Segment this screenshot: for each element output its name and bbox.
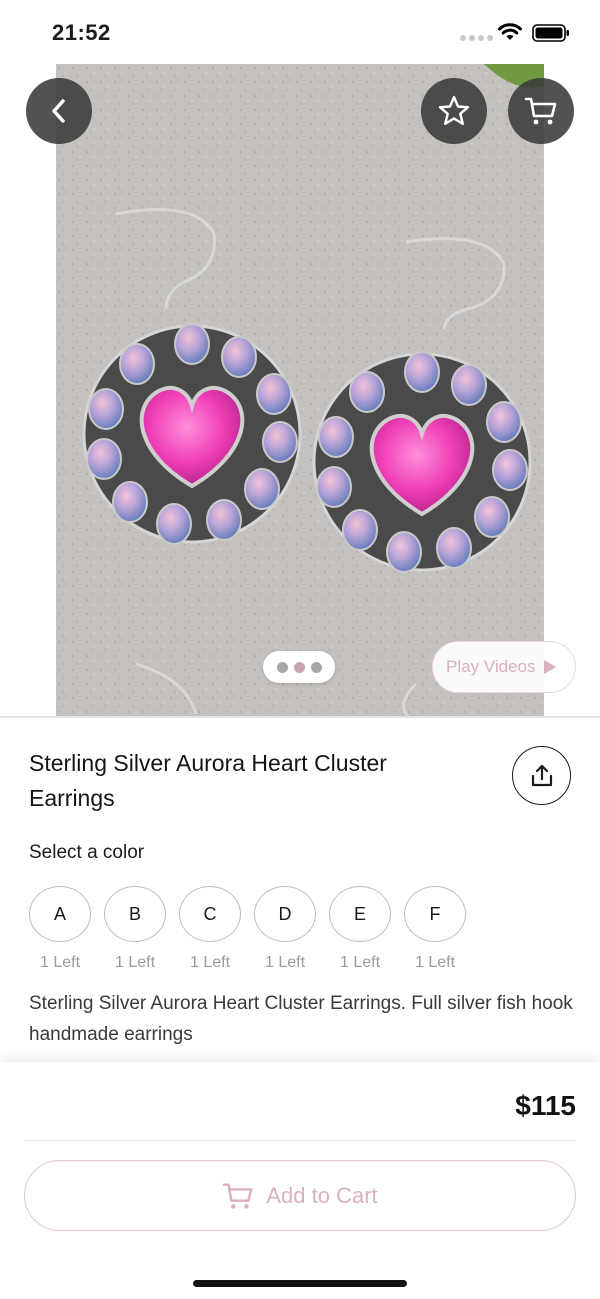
cart-button[interactable]: [508, 78, 574, 144]
battery-icon: [532, 24, 569, 42]
share-button[interactable]: [512, 746, 571, 805]
color-option-button[interactable]: F: [404, 886, 466, 942]
pager-dot: [310, 661, 322, 673]
status-time: 21:52: [52, 20, 111, 45]
color-option-a[interactable]: A 1 Left: [29, 886, 104, 972]
stock-label: 1 Left: [264, 954, 306, 971]
cellular-signal-icon: [460, 35, 493, 41]
color-option-button[interactable]: C: [179, 886, 241, 942]
color-option-e[interactable]: E 1 Left: [329, 886, 404, 972]
stock-label: 1 Left: [114, 954, 156, 971]
back-button[interactable]: [26, 78, 92, 144]
stock-label: 1 Left: [189, 954, 231, 971]
product-price: $115: [515, 1090, 576, 1121]
color-option-button[interactable]: E: [329, 886, 391, 942]
color-option-button[interactable]: D: [254, 886, 316, 942]
purchase-panel: $115 Add to Cart: [0, 1062, 600, 1299]
status-bar: 21:52: [0, 0, 600, 64]
share-icon: [531, 764, 552, 786]
star-icon: [438, 95, 470, 125]
cart-icon: [524, 97, 557, 125]
product-title: Sterling Silver Aurora Heart Cluster Ear…: [29, 750, 387, 811]
stock-label: 1 Left: [39, 954, 81, 971]
color-option-button[interactable]: A: [29, 886, 91, 942]
stock-label: 1 Left: [339, 954, 381, 971]
select-color-label: Select a color: [29, 842, 145, 863]
color-option-button[interactable]: B: [104, 886, 166, 942]
image-pager[interactable]: [263, 651, 335, 683]
color-option-f[interactable]: F 1 Left: [404, 886, 479, 972]
color-option-d[interactable]: D 1 Left: [254, 886, 329, 972]
add-to-cart-label: Add to Cart: [266, 1182, 378, 1208]
chevron-left-icon: [52, 99, 65, 123]
wifi-icon: [498, 23, 522, 40]
home-indicator[interactable]: [193, 1280, 407, 1287]
product-description: Sterling Silver Aurora Heart Cluster Ear…: [29, 993, 573, 1045]
product-photo: [56, 64, 544, 716]
color-option-c[interactable]: C 1 Left: [179, 886, 254, 972]
divider: [0, 716, 600, 718]
add-to-cart-button[interactable]: Add to Cart: [24, 1160, 576, 1231]
play-videos-label: Play Videos: [446, 657, 536, 676]
favorite-button[interactable]: [421, 78, 487, 144]
divider: [24, 1140, 576, 1141]
pager-dot: [276, 661, 288, 673]
cart-icon: [223, 1182, 253, 1209]
play-icon: [544, 660, 557, 674]
pager-dot-active: [293, 661, 305, 673]
color-options: A 1 Left B 1 Left C 1 Left D 1 Left E 1 …: [29, 886, 479, 972]
play-videos-button[interactable]: Play Videos: [432, 641, 576, 693]
stock-label: 1 Left: [414, 954, 456, 971]
product-image-carousel[interactable]: [0, 64, 600, 716]
color-option-b[interactable]: B 1 Left: [104, 886, 179, 972]
